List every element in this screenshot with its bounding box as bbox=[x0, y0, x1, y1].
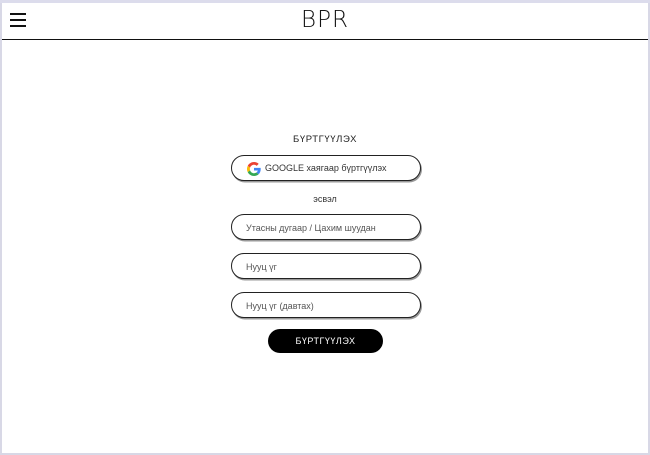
password-input[interactable] bbox=[246, 259, 411, 274]
or-divider-text: эсвэл bbox=[313, 194, 337, 204]
phone-email-input[interactable] bbox=[246, 220, 411, 235]
register-submit-button[interactable]: БҮРТГҮҮЛЭХ bbox=[268, 329, 383, 353]
password-field-wrapper bbox=[231, 253, 421, 279]
google-signup-label: GOOGLE хаягаар бүртгүүлэх bbox=[265, 163, 387, 173]
password-confirm-field-wrapper bbox=[231, 292, 421, 318]
app-frame: BPR БҮРТГҮҮЛЭХ GOOGLE хаягаар бүртгүүлэх… bbox=[0, 3, 650, 455]
phone-email-field-wrapper bbox=[231, 214, 421, 240]
google-signup-button[interactable]: GOOGLE хаягаар бүртгүүлэх bbox=[231, 155, 421, 181]
password-confirm-input[interactable] bbox=[246, 298, 411, 313]
top-bar: BPR bbox=[2, 3, 648, 40]
brand-logo-text: BPR bbox=[301, 7, 349, 33]
form-title: БҮРТГҮҮЛЭХ bbox=[292, 134, 358, 145]
google-logo-icon bbox=[247, 162, 261, 176]
